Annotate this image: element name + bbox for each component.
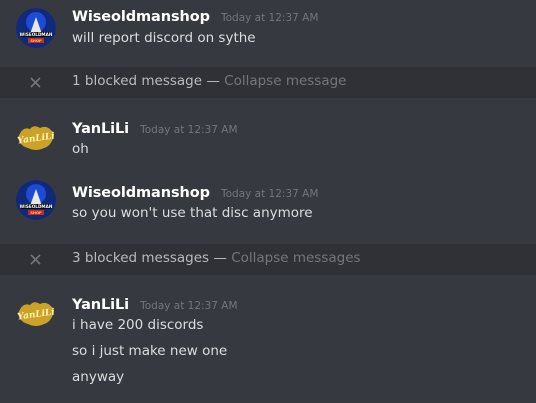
timestamp: Today at 12:37 AM	[220, 12, 319, 24]
author-name[interactable]: YanLiLi	[72, 297, 129, 313]
message-header: Wiseoldmanshop Today at 12:37 AM	[72, 182, 318, 202]
timestamp: Today at 12:37 AM	[220, 188, 319, 200]
svg-text:WISEOLDMAN: WISEOLDMAN	[20, 32, 53, 37]
message-group: YanLiLi YanLiLi Today at 12:37 AM i have…	[0, 286, 536, 403]
yanlili-avatar-image: YanLiLi	[16, 116, 56, 156]
blocked-messages-bar: 3 blocked messages — Collapse messages	[0, 244, 536, 275]
message-text: oh	[72, 141, 89, 157]
message-text: will report discord on sythe	[72, 30, 256, 46]
message-text: i have 200 discords	[72, 317, 204, 333]
blocked-messages-bar: 1 blocked message — Collapse message	[0, 67, 536, 98]
message-text: so i just make new one	[72, 343, 228, 359]
blocked-count: 3 blocked messages	[72, 250, 210, 266]
close-icon[interactable]	[28, 252, 43, 267]
collapse-messages-link[interactable]: Collapse message	[224, 73, 346, 89]
author-name[interactable]: Wiseoldmanshop	[72, 185, 210, 201]
message-group: WISEOLDMAN SHOP Wiseoldmanshop Today at …	[0, 0, 536, 68]
message-group: WISEOLDMAN SHOP Wiseoldmanshop Today at …	[0, 174, 536, 244]
message-text: so you won't use that disc anymore	[72, 205, 313, 221]
wiseoldman-avatar-image: WISEOLDMAN SHOP	[16, 8, 56, 48]
message-header: Wiseoldmanshop Today at 12:37 AM	[72, 6, 318, 26]
timestamp: Today at 12:37 AM	[140, 300, 238, 312]
blocked-separator: —	[202, 73, 225, 89]
avatar[interactable]: YanLiLi	[16, 116, 56, 156]
message-text: anyway	[72, 369, 125, 385]
message-header: YanLiLi Today at 12:37 AM	[72, 118, 238, 138]
message-header: YanLiLi Today at 12:37 AM	[72, 294, 238, 314]
avatar[interactable]: WISEOLDMAN SHOP	[16, 8, 56, 48]
author-name[interactable]: Wiseoldmanshop	[72, 9, 210, 25]
blocked-messages-label: 3 blocked messages — Collapse messages	[72, 250, 361, 266]
yanlili-avatar-image: YanLiLi	[16, 292, 56, 332]
svg-text:SHOP: SHOP	[30, 211, 42, 215]
close-icon[interactable]	[28, 75, 43, 90]
message-group: YanLiLi YanLiLi Today at 12:37 AM oh	[0, 110, 536, 170]
author-name[interactable]: YanLiLi	[72, 121, 129, 137]
avatar[interactable]: YanLiLi	[16, 292, 56, 332]
blocked-messages-label: 1 blocked message — Collapse message	[72, 73, 347, 89]
collapse-messages-link[interactable]: Collapse messages	[231, 250, 360, 266]
svg-text:SHOP: SHOP	[30, 39, 42, 43]
blocked-separator: —	[209, 250, 232, 266]
timestamp: Today at 12:37 AM	[140, 124, 238, 136]
blocked-count: 1 blocked message	[72, 73, 203, 89]
svg-text:WISEOLDMAN: WISEOLDMAN	[20, 204, 53, 209]
wiseoldman-avatar-image: WISEOLDMAN SHOP	[16, 180, 56, 220]
avatar[interactable]: WISEOLDMAN SHOP	[16, 180, 56, 220]
chat-messages: WISEOLDMAN SHOP Wiseoldmanshop Today at …	[0, 0, 536, 403]
